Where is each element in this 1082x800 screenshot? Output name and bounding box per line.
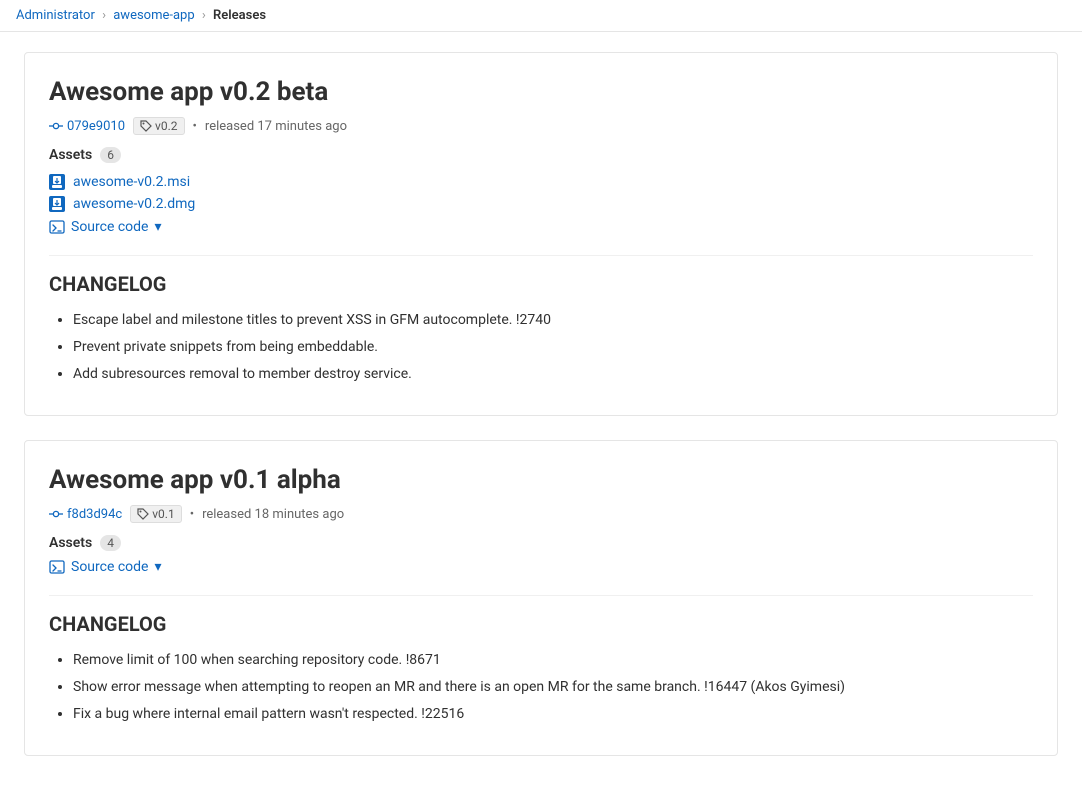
tag-badge: v0.2 <box>133 117 184 135</box>
changelog-item: Escape label and milestone titles to pre… <box>73 310 1033 331</box>
assets-label: Assets <box>49 147 92 163</box>
release-title: Awesome app v0.2 beta <box>49 77 1033 107</box>
breadcrumb-current: Releases <box>213 8 266 23</box>
tag-icon-2 <box>137 508 149 520</box>
breadcrumb: Administrator › awesome-app › Releases <box>0 0 1082 32</box>
assets-count: 6 <box>100 147 121 163</box>
breadcrumb-sep-2: › <box>202 8 206 23</box>
commit-hash-link-2[interactable]: f8d3d94c <box>49 507 122 522</box>
asset-dmg-link[interactable]: awesome-v0.2.dmg <box>49 193 1033 215</box>
source-code-icon <box>49 219 65 235</box>
release-time: released 17 minutes ago <box>205 119 347 134</box>
source-code-link-2[interactable]: Source code ▾ <box>49 559 1033 575</box>
release-item-2: Awesome app v0.1 alpha f8d3d94c v0.1 • r… <box>24 440 1058 756</box>
changelog-item-2c: Fix a bug where internal email pattern w… <box>73 704 1033 725</box>
meta-separator: • <box>193 119 197 134</box>
tag-icon <box>140 120 152 132</box>
source-code-chevron-1: ▾ <box>155 219 162 235</box>
breadcrumb-sep-1: › <box>102 8 106 23</box>
assets-list: awesome-v0.2.msi awesome-v0.2.dmg <box>49 171 1033 235</box>
changelog-item: Prevent private snippets from being embe… <box>73 337 1033 358</box>
source-code-chevron-2: ▾ <box>155 559 162 575</box>
tag-badge-2: v0.1 <box>130 505 181 523</box>
changelog-title-1: CHANGELOG <box>49 272 1033 296</box>
changelog-item: Add subresources removal to member destr… <box>73 364 1033 385</box>
asset-msi-link[interactable]: awesome-v0.2.msi <box>49 171 1033 193</box>
meta-separator-2: • <box>190 507 194 522</box>
commit-hash-link[interactable]: 079e9010 <box>49 119 125 134</box>
release-time-2: released 18 minutes ago <box>202 507 344 522</box>
main-content: Awesome app v0.2 beta 079e9010 v0.2 • re… <box>0 32 1082 800</box>
source-code-label-1: Source code <box>71 219 149 235</box>
release-meta-2: f8d3d94c v0.1 • released 18 minutes ago <box>49 505 1033 523</box>
commit-icon <box>49 119 63 133</box>
assets-count-2: 4 <box>100 535 121 551</box>
source-code-icon-2 <box>49 559 65 575</box>
changelog-section-2: CHANGELOG Remove limit of 100 when searc… <box>49 595 1033 725</box>
breadcrumb-awesome-app[interactable]: awesome-app <box>113 8 194 23</box>
release-title-2: Awesome app v0.1 alpha <box>49 465 1033 495</box>
assets-header-2: Assets 4 <box>49 535 1033 551</box>
source-code-link-1[interactable]: Source code ▾ <box>49 219 1033 235</box>
changelog-list-1: Escape label and milestone titles to pre… <box>49 310 1033 385</box>
asset-download-icon-2 <box>49 196 65 212</box>
changelog-item-2b: Show error message when attempting to re… <box>73 677 1033 698</box>
commit-icon-2 <box>49 507 63 521</box>
changelog-item-2a: Remove limit of 100 when searching repos… <box>73 650 1033 671</box>
changelog-title-2: CHANGELOG <box>49 612 1033 636</box>
assets-list-2: Source code ▾ <box>49 559 1033 575</box>
release-meta: 079e9010 v0.2 • released 17 minutes ago <box>49 117 1033 135</box>
assets-label-2: Assets <box>49 535 92 551</box>
assets-header: Assets 6 <box>49 147 1033 163</box>
changelog-list-2: Remove limit of 100 when searching repos… <box>49 650 1033 725</box>
asset-download-icon <box>49 174 65 190</box>
breadcrumb-administrator[interactable]: Administrator <box>16 8 95 23</box>
release-item: Awesome app v0.2 beta 079e9010 v0.2 • re… <box>24 52 1058 416</box>
source-code-label-2: Source code <box>71 559 149 575</box>
changelog-section-1: CHANGELOG Escape label and milestone tit… <box>49 255 1033 385</box>
